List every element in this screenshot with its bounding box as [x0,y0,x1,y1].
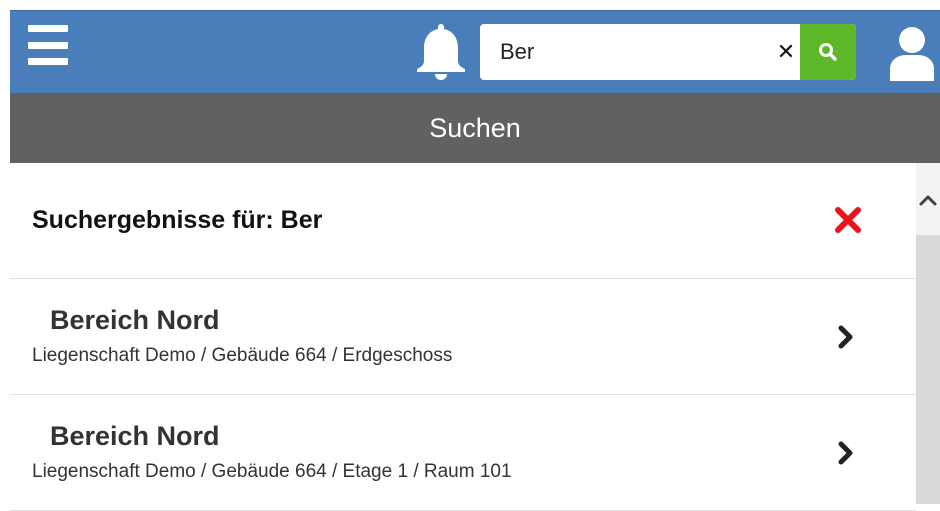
bell-icon [417,24,465,80]
hamburger-icon-bar [28,58,68,65]
result-title: Bereich Nord [50,421,220,451]
search-box: ✕ [480,24,856,80]
top-navbar: ✕ [10,10,940,93]
user-profile-button[interactable] [888,25,936,81]
chevron-right-icon [838,325,853,349]
result-row[interactable]: Bereich Nord Liegenschaft Demo / Gebäude… [10,279,916,395]
user-icon [890,27,934,81]
hamburger-icon-bar [28,25,68,32]
menu-button[interactable] [28,25,68,65]
close-icon [835,207,861,233]
clear-search-button[interactable]: ✕ [772,24,800,80]
scroll-up-button[interactable] [916,163,940,235]
close-results-button[interactable] [833,205,863,235]
result-path: Liegenschaft Demo / Gebäude 664 / Erdges… [32,345,453,366]
search-icon [819,43,837,61]
result-title: Bereich Nord [50,305,220,335]
chevron-right-icon [838,441,853,465]
search-button[interactable] [800,24,856,80]
left-gutter [0,0,10,504]
result-path: Liegenschaft Demo / Gebäude 664 / Etage … [32,461,512,482]
search-results-panel: Suchergebnisse für: Ber Bereich Nord Lie… [10,163,916,511]
vertical-scrollbar[interactable] [916,163,940,504]
result-row[interactable]: Bereich Nord Liegenschaft Demo / Gebäude… [10,395,916,511]
search-input[interactable] [480,24,780,80]
page-title: Suchen [429,112,521,143]
notifications-button[interactable] [414,21,468,81]
page-title-bar: Suchen [10,93,940,163]
results-heading: Suchergebnisse für: Ber [32,206,323,234]
results-header: Suchergebnisse für: Ber [10,163,916,279]
chevron-up-icon [919,195,937,206]
hamburger-icon-bar [28,41,68,49]
